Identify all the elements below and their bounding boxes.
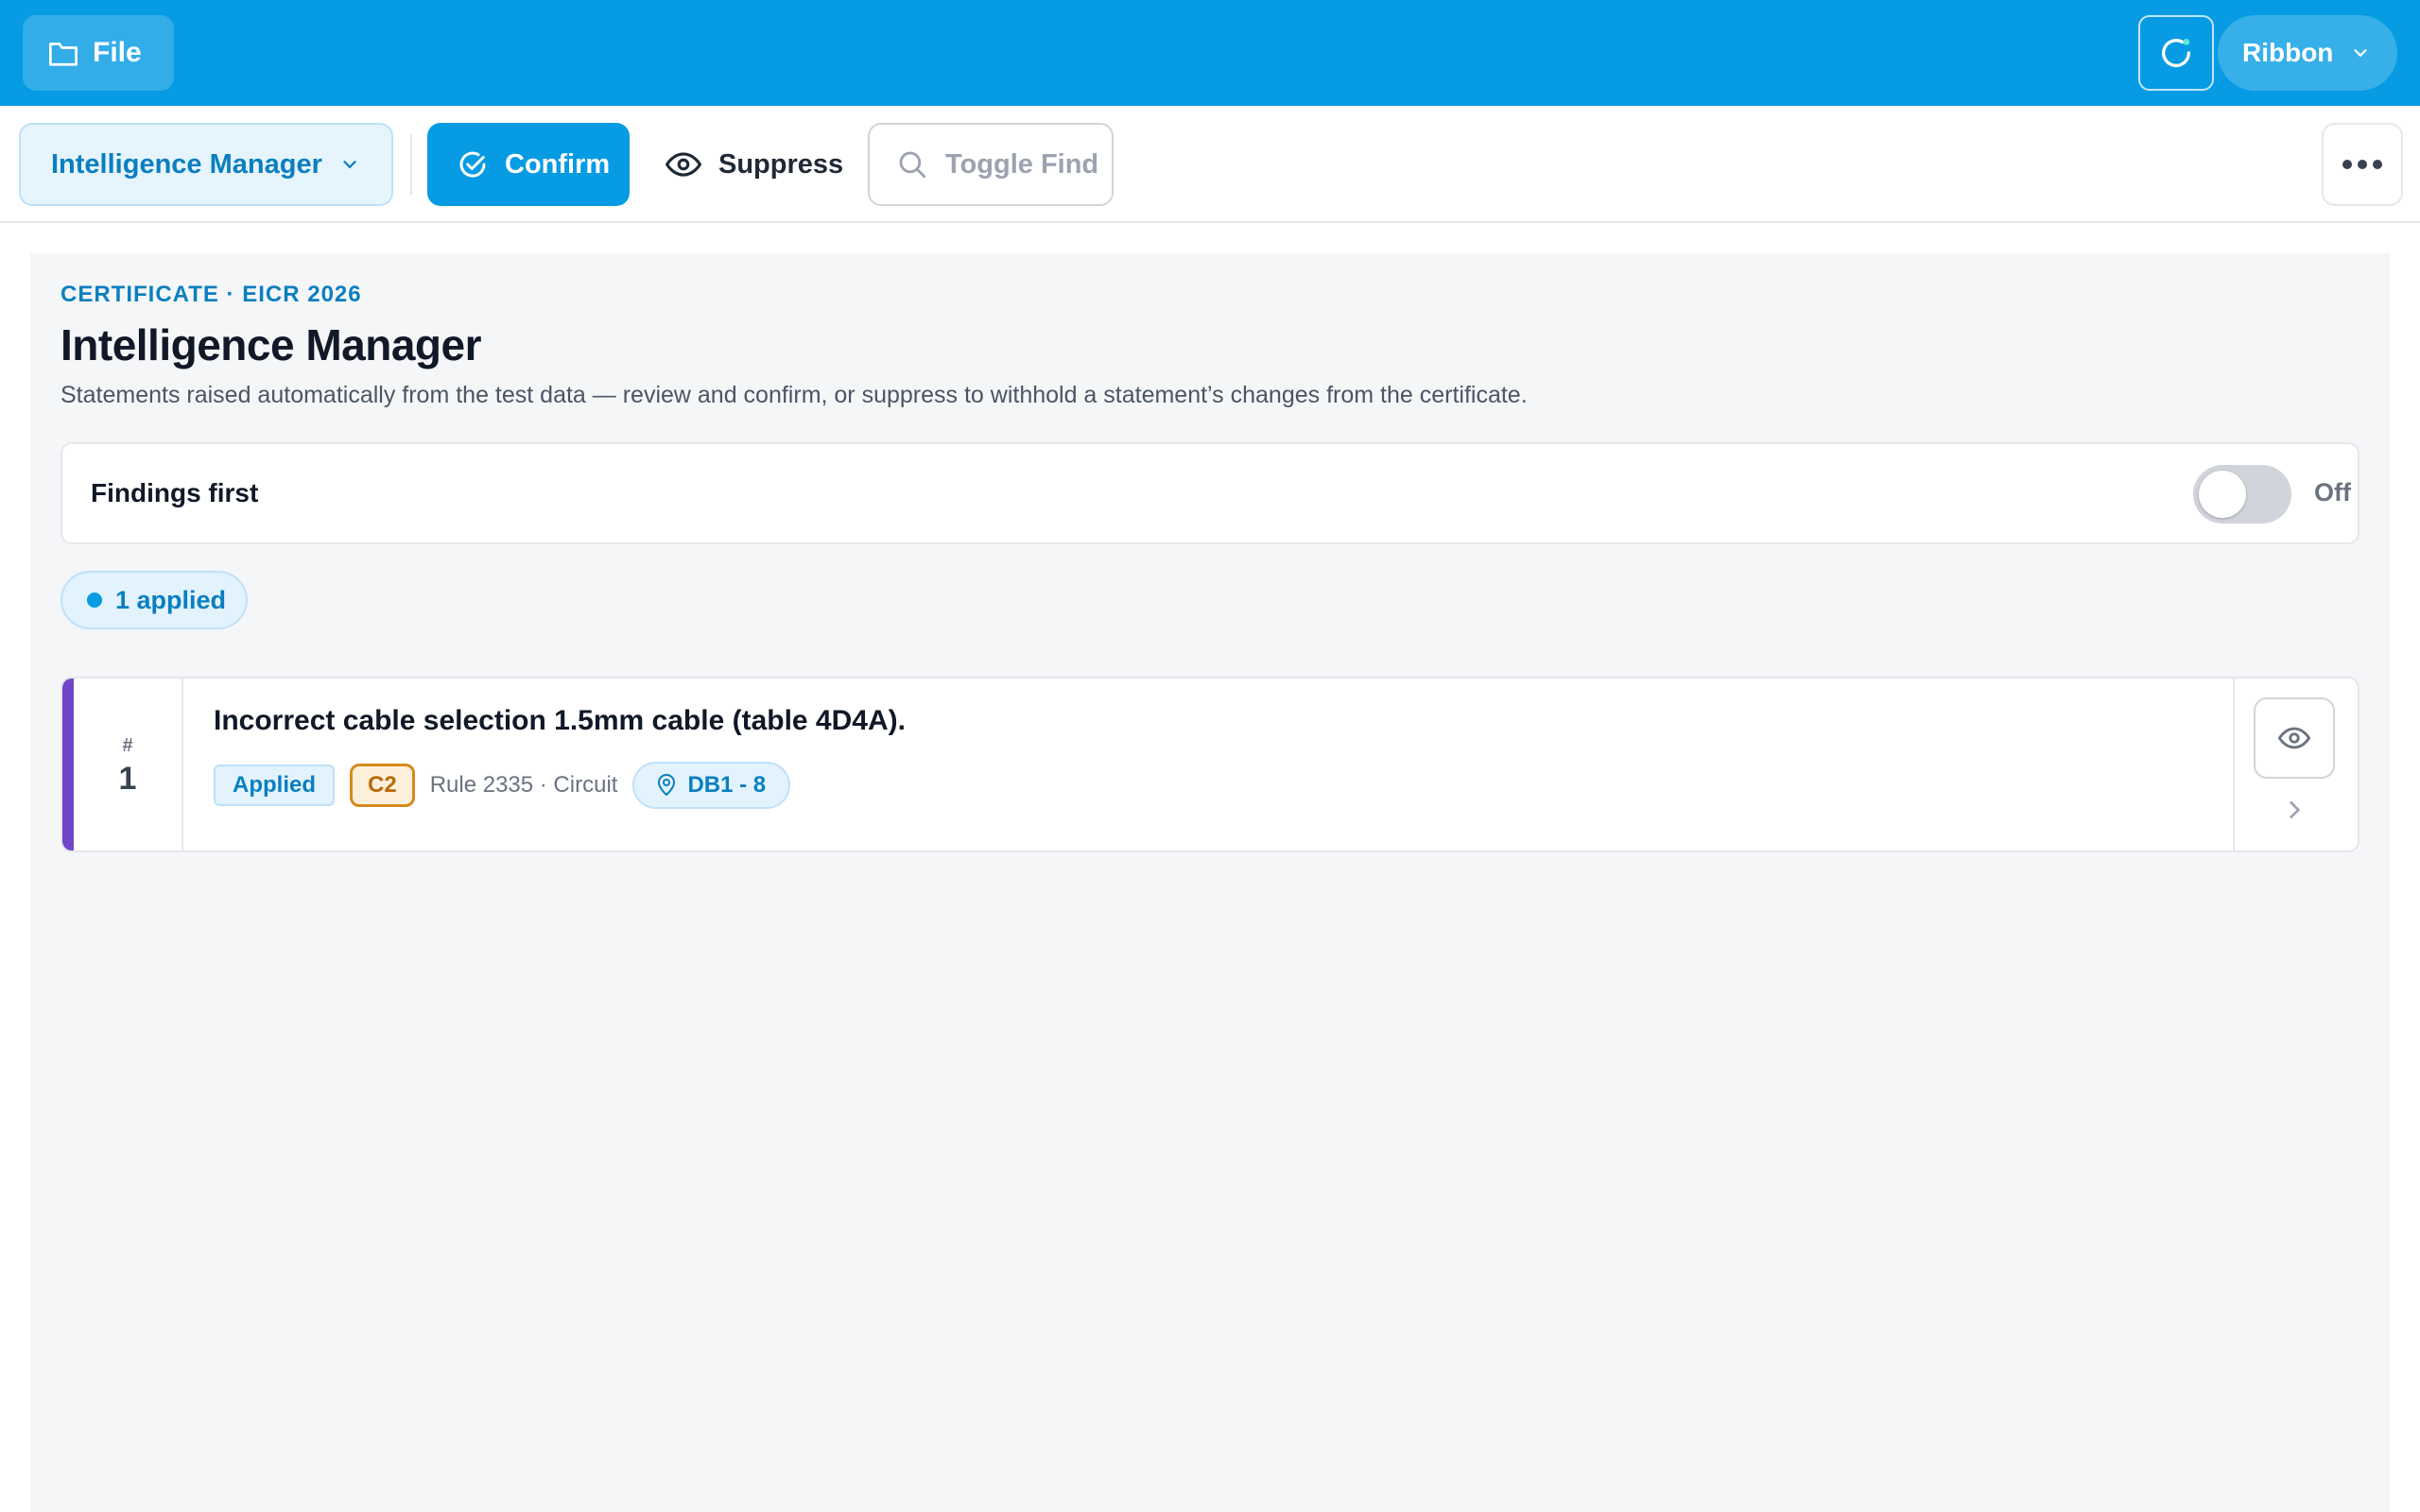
statement-title: Incorrect cable selection 1.5mm cable (t…: [214, 705, 906, 736]
confirm-button[interactable]: Confirm: [427, 123, 630, 206]
suppress-statement-button[interactable]: [2254, 697, 2335, 779]
statement-index: # 1: [74, 679, 183, 850]
statement-index-number: 1: [118, 761, 137, 797]
statement-index-hash: #: [122, 735, 133, 756]
page-title: Intelligence Manager: [60, 320, 482, 369]
toggle-state-label: Off: [2314, 478, 2351, 507]
top-bar: File Ribbon: [0, 0, 2420, 106]
toolbar-divider: [410, 134, 412, 195]
confirm-label: Confirm: [505, 148, 611, 180]
view-select-label: Intelligence Manager: [51, 148, 322, 180]
findings-first-card: Findings first Off: [60, 442, 2360, 544]
status-dot: [87, 593, 102, 608]
applied-chip-label: 1 applied: [115, 585, 227, 614]
ribbon-menu-button[interactable]: Ribbon: [2218, 15, 2397, 91]
statement-meta: Applied C2 Rule 2335 · Circuit DB1 - 8: [214, 762, 791, 809]
suppress-button[interactable]: Suppress: [652, 123, 851, 206]
statement-row[interactable]: # 1 Incorrect cable selection 1.5mm cabl…: [60, 677, 2360, 852]
page-description: Statements raised automatically from the…: [60, 382, 1528, 408]
confirm-check-icon: [459, 151, 486, 178]
more-dots-icon: [2342, 160, 2382, 169]
folder-icon: [48, 43, 78, 66]
more-options-button[interactable]: [2322, 123, 2403, 206]
location-badge[interactable]: DB1 - 8: [632, 762, 791, 809]
rule-reference: Rule 2335 · Circuit: [429, 772, 618, 798]
sync-button[interactable]: [2138, 15, 2214, 91]
file-button-label: File: [93, 37, 142, 68]
code-badge: C2: [350, 764, 415, 807]
applied-filter-chip[interactable]: 1 applied: [60, 571, 248, 629]
eye-icon: [666, 152, 701, 177]
findings-first-label: Findings first: [91, 478, 259, 507]
file-button[interactable]: File: [23, 15, 174, 91]
toolbar: Intelligence Manager Confirm Suppress To…: [0, 106, 2420, 223]
map-pin-icon: [658, 774, 676, 797]
view-select[interactable]: Intelligence Manager: [19, 123, 393, 206]
toggle-knob: [2199, 471, 2246, 518]
main-panel: CERTIFICATE · EICR 2026 Intelligence Man…: [30, 253, 2390, 1512]
chevron-down-icon: [2354, 49, 2368, 58]
status-badge: Applied: [214, 765, 335, 806]
findings-first-toggle[interactable]: [2193, 465, 2291, 524]
toggle-find-button[interactable]: Toggle Find: [868, 123, 1114, 206]
statement-accent-bar: [62, 679, 74, 850]
eye-icon: [2278, 727, 2310, 749]
ribbon-label: Ribbon: [2242, 38, 2334, 67]
sync-icon: [2162, 39, 2191, 68]
location-label: DB1 - 8: [687, 772, 767, 798]
certificate-eyebrow: CERTIFICATE · EICR 2026: [60, 282, 362, 307]
statement-actions: [2233, 679, 2358, 850]
chevron-right-icon: [2290, 801, 2301, 818]
chevron-down-icon: [343, 161, 356, 169]
suppress-label: Suppress: [718, 148, 844, 180]
search-icon: [899, 151, 926, 179]
expand-statement-button[interactable]: [2278, 794, 2310, 826]
toggle-find-label: Toggle Find: [945, 148, 1099, 180]
